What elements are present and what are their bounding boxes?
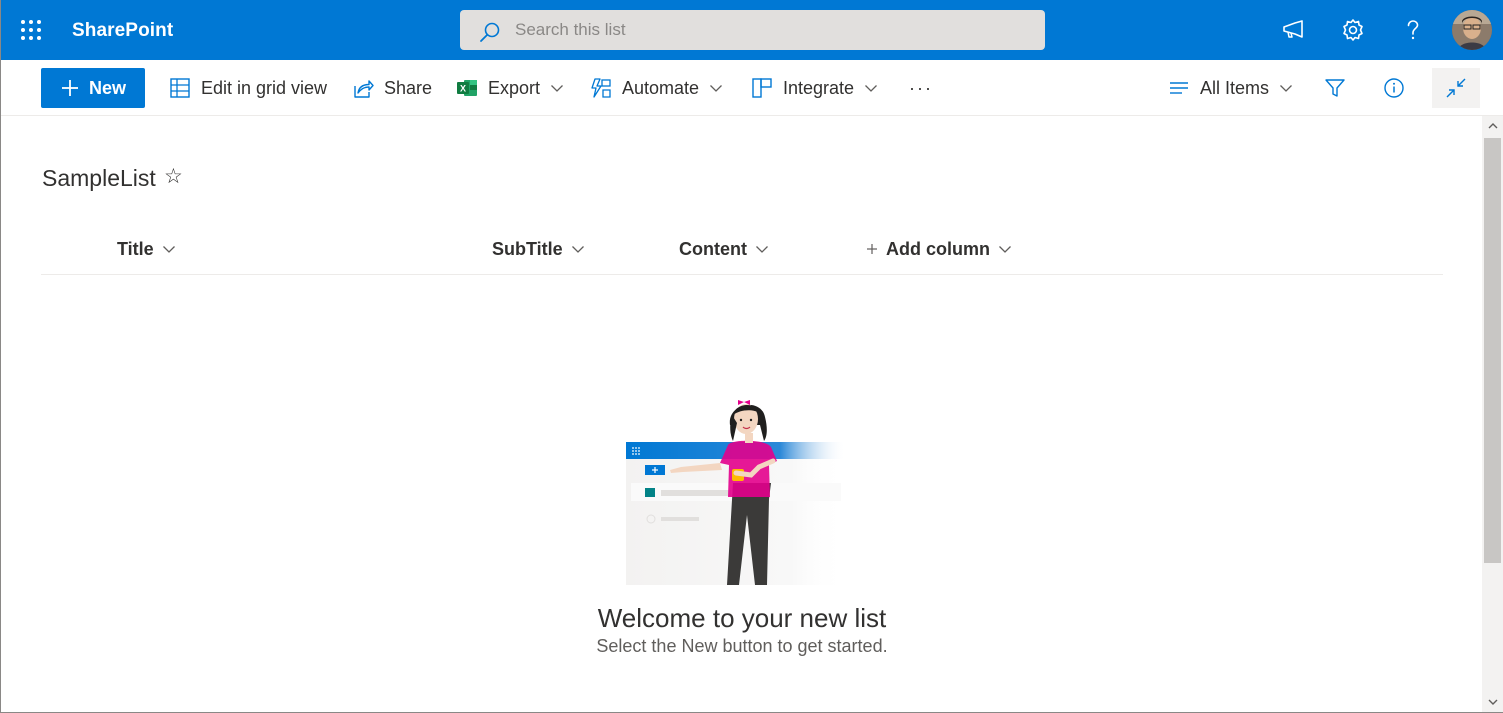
chevron-down-icon — [865, 85, 878, 92]
search-icon — [479, 21, 501, 43]
scrollbar-thumb[interactable] — [1484, 138, 1501, 563]
column-header-label: Content — [679, 238, 747, 259]
user-avatar[interactable] — [1452, 10, 1492, 50]
export-label: Export — [488, 77, 541, 98]
header-divider — [41, 274, 1443, 275]
filter-button[interactable] — [1315, 68, 1355, 108]
automate-icon — [591, 78, 611, 98]
automate-label: Automate — [622, 77, 700, 98]
help-icon[interactable] — [1399, 16, 1427, 44]
page-title: SampleList — [42, 165, 156, 191]
list-view-icon — [1170, 82, 1188, 94]
info-button[interactable] — [1374, 68, 1414, 108]
collapse-button[interactable] — [1432, 68, 1480, 108]
vertical-scrollbar[interactable] — [1482, 116, 1503, 712]
scroll-down-arrow-icon[interactable] — [1482, 692, 1503, 712]
info-icon — [1384, 78, 1404, 98]
command-bar: New Edit in grid view Share X Export Aut… — [1, 60, 1503, 116]
column-header-label: SubTitle — [492, 238, 563, 259]
gear-icon[interactable] — [1339, 16, 1367, 44]
column-header-title[interactable]: Title — [117, 236, 176, 262]
star-icon[interactable]: ☆ — [164, 165, 186, 189]
edit-grid-view-label: Edit in grid view — [201, 77, 328, 98]
integrate-button[interactable]: Integrate — [751, 68, 878, 108]
scroll-up-arrow-icon[interactable] — [1482, 116, 1503, 136]
new-button-label: New — [89, 78, 127, 98]
column-header-subtitle[interactable]: SubTitle — [492, 236, 585, 262]
chevron-down-icon — [756, 246, 768, 253]
more-options-button[interactable]: ··· — [909, 68, 933, 108]
integrate-label: Integrate — [783, 77, 855, 98]
empty-list-illustration — [621, 395, 851, 585]
plus-icon — [61, 79, 79, 97]
app-brand[interactable]: SharePoint — [72, 20, 173, 42]
column-header-label: Title — [117, 238, 154, 259]
filter-icon — [1325, 79, 1345, 97]
edit-grid-view-button[interactable]: Edit in grid view — [169, 68, 327, 108]
export-button[interactable]: X Export — [456, 68, 564, 108]
chevron-down-icon — [999, 246, 1011, 253]
grid-icon — [170, 78, 190, 98]
chevron-down-icon — [1280, 85, 1292, 92]
empty-state-subtitle: Select the New button to get started. — [596, 636, 888, 656]
share-icon — [354, 80, 374, 98]
app-launcher-icon[interactable] — [19, 18, 43, 42]
new-button[interactable]: New — [41, 68, 145, 108]
share-label: Share — [384, 77, 433, 98]
empty-state-title: Welcome to your new list — [597, 603, 887, 633]
view-switcher-label: All Items — [1200, 77, 1270, 98]
column-header-content[interactable]: Content — [679, 236, 769, 262]
chevron-down-icon — [571, 246, 584, 253]
chevron-down-icon — [162, 246, 175, 253]
chevron-down-icon — [551, 85, 563, 92]
integrate-icon — [752, 78, 772, 98]
svg-text:X: X — [460, 84, 466, 94]
excel-icon: X — [457, 80, 477, 96]
add-column-button[interactable]: Add column — [865, 236, 1012, 262]
automate-button[interactable]: Automate — [590, 68, 723, 108]
chevron-down-icon — [710, 85, 723, 92]
plus-icon — [867, 244, 877, 254]
search-input[interactable] — [515, 19, 1015, 41]
collapse-icon — [1446, 78, 1466, 98]
search-box[interactable] — [460, 10, 1045, 50]
share-button[interactable]: Share — [352, 68, 432, 108]
add-column-label: Add column — [886, 238, 990, 259]
megaphone-icon[interactable] — [1279, 16, 1307, 44]
suite-bar: SharePoint — [1, 0, 1503, 60]
view-switcher[interactable]: All Items — [1168, 68, 1293, 108]
